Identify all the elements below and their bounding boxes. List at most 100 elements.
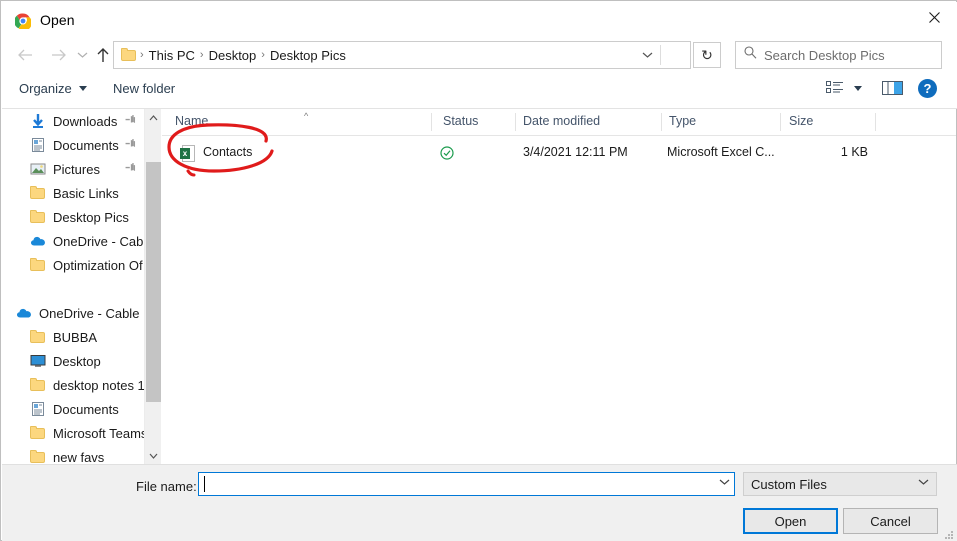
sidebar-item-label: desktop notes 11 [53, 377, 144, 393]
column-divider[interactable] [661, 113, 662, 131]
folder-icon [30, 329, 46, 345]
sidebar-scrollbar[interactable] [144, 109, 161, 464]
folder-icon [121, 47, 137, 63]
file-name-input[interactable] [198, 472, 735, 496]
address-bar[interactable]: › This PC › Desktop › Desktop Pics [113, 41, 691, 69]
open-button[interactable]: Open [743, 508, 838, 534]
text-cursor [204, 476, 205, 492]
search-input[interactable]: Search Desktop Pics [764, 48, 885, 63]
dialog-footer: File name: Custom Files Open Cancel [2, 464, 957, 541]
help-button[interactable]: ? [918, 79, 937, 98]
sidebar-item-desktop-notes-11[interactable]: desktop notes 11 [2, 373, 144, 397]
sidebar-item-label: Microsoft Teams [53, 425, 144, 441]
column-header-name[interactable]: Name [175, 114, 208, 128]
pin-icon[interactable] [122, 160, 140, 178]
chevron-down-icon [78, 86, 87, 91]
chevron-down-icon [642, 52, 652, 58]
sidebar-item-label: Downloads [53, 113, 118, 129]
pictures-icon [30, 161, 46, 177]
folder-icon [30, 425, 46, 441]
folder-icon [30, 257, 46, 273]
new-folder-label: New folder [113, 81, 176, 96]
sidebar-item-desktop-pics[interactable]: Desktop Pics [2, 205, 144, 229]
file-list-pane[interactable]: Name ^ Status Date modified Type Size x … [162, 109, 956, 464]
preview-pane-icon [882, 81, 903, 95]
file-name-label: File name: [136, 479, 197, 494]
sidebar-item-downloads[interactable]: Downloads [2, 109, 144, 133]
file-name-cell[interactable]: Contacts [203, 145, 252, 159]
address-dropdown-button[interactable] [634, 42, 660, 68]
column-divider[interactable] [515, 113, 516, 131]
screen: Open › This PC › Desktop › Desktop Pics … [0, 0, 957, 541]
pin-icon[interactable] [122, 136, 140, 154]
none [30, 281, 46, 297]
sidebar-item-onedrive-cable[interactable]: OneDrive - Cable [2, 301, 144, 325]
close-button[interactable] [911, 2, 957, 32]
view-layout-button[interactable] [826, 80, 862, 96]
sidebar-item-new-favs[interactable]: new favs [2, 445, 144, 464]
breadcrumb-this-pc[interactable]: This PC [145, 46, 199, 65]
folder-icon [30, 209, 46, 225]
sidebar-item-documents[interactable]: Documents [2, 397, 144, 421]
column-divider[interactable] [875, 113, 876, 131]
navigation-bar: › This PC › Desktop › Desktop Pics ↻ Sea… [2, 38, 957, 74]
folder-icon [30, 185, 46, 201]
preview-pane-button[interactable] [882, 80, 903, 96]
pin-icon[interactable] [122, 112, 140, 130]
scroll-up-button[interactable] [145, 109, 162, 126]
sidebar-item-label: Desktop [53, 353, 101, 369]
open-button-label: Open [774, 513, 807, 529]
sync-complete-icon [440, 146, 454, 165]
chevron-down-icon [149, 453, 158, 459]
column-header-size[interactable]: Size [789, 114, 813, 128]
column-header-type[interactable]: Type [669, 114, 696, 128]
window-title: Open [40, 12, 75, 28]
back-button[interactable] [10, 40, 40, 70]
arrow-up-icon [97, 48, 109, 62]
organize-button[interactable]: Organize [19, 81, 87, 96]
navigation-pane[interactable]: Downloads Documents Pictures Basic Links Des… [2, 109, 144, 464]
sidebar-item-blank [2, 277, 144, 301]
breadcrumb-desktop-pics[interactable]: Desktop Pics [266, 46, 350, 65]
sidebar-item-microsoft-teams[interactable]: Microsoft Teams [2, 421, 144, 445]
sidebar-item-label: Documents [53, 137, 119, 153]
resize-grip[interactable] [944, 530, 954, 540]
column-divider[interactable] [431, 113, 432, 131]
chevron-down-icon [918, 477, 929, 489]
help-icon: ? [918, 79, 937, 98]
sidebar-item-onedrive-cabl[interactable]: OneDrive - Cabl [2, 229, 144, 253]
breadcrumb-desktop[interactable]: Desktop [205, 46, 261, 65]
sidebar-item-bubba[interactable]: BUBBA [2, 325, 144, 349]
scroll-down-button[interactable] [145, 447, 162, 464]
chevron-down-icon [719, 479, 730, 485]
chevron-down-icon [77, 52, 87, 58]
document-icon [30, 137, 46, 153]
sidebar-item-optimization-of[interactable]: Optimization Of [2, 253, 144, 277]
chrome-logo-icon [14, 13, 32, 31]
refresh-button[interactable]: ↻ [693, 42, 721, 68]
command-bar: Organize New folder ? [2, 74, 957, 109]
cancel-button[interactable]: Cancel [843, 508, 938, 534]
file-type-filter-select[interactable]: Custom Files [743, 472, 937, 496]
sidebar-item-label: OneDrive - Cable [39, 305, 140, 321]
scrollbar-thumb[interactable] [146, 162, 161, 402]
sidebar-item-documents[interactable]: Documents [2, 133, 144, 157]
sidebar-item-label: Desktop Pics [53, 209, 129, 225]
search-box[interactable]: Search Desktop Pics [735, 41, 942, 69]
download-icon [30, 113, 46, 129]
new-folder-button[interactable]: New folder [113, 81, 175, 96]
column-header-status[interactable]: Status [443, 114, 478, 128]
sidebar-item-basic-links[interactable]: Basic Links [2, 181, 144, 205]
sidebar-item-label: Basic Links [53, 185, 119, 201]
forward-button[interactable] [44, 40, 74, 70]
sidebar-item-desktop[interactable]: Desktop [2, 349, 144, 373]
sidebar-item-pictures[interactable]: Pictures [2, 157, 144, 181]
table-row[interactable]: x Contacts 3/4/2021 12:11 PM Microsoft E… [162, 141, 956, 167]
file-name-dropdown-button[interactable] [719, 477, 730, 489]
divider [660, 45, 661, 65]
size-cell: 1 KB [840, 145, 868, 159]
column-header-date-modified[interactable]: Date modified [523, 114, 600, 128]
column-divider[interactable] [780, 113, 781, 131]
title-bar: Open [2, 2, 957, 38]
document-icon [30, 401, 46, 417]
